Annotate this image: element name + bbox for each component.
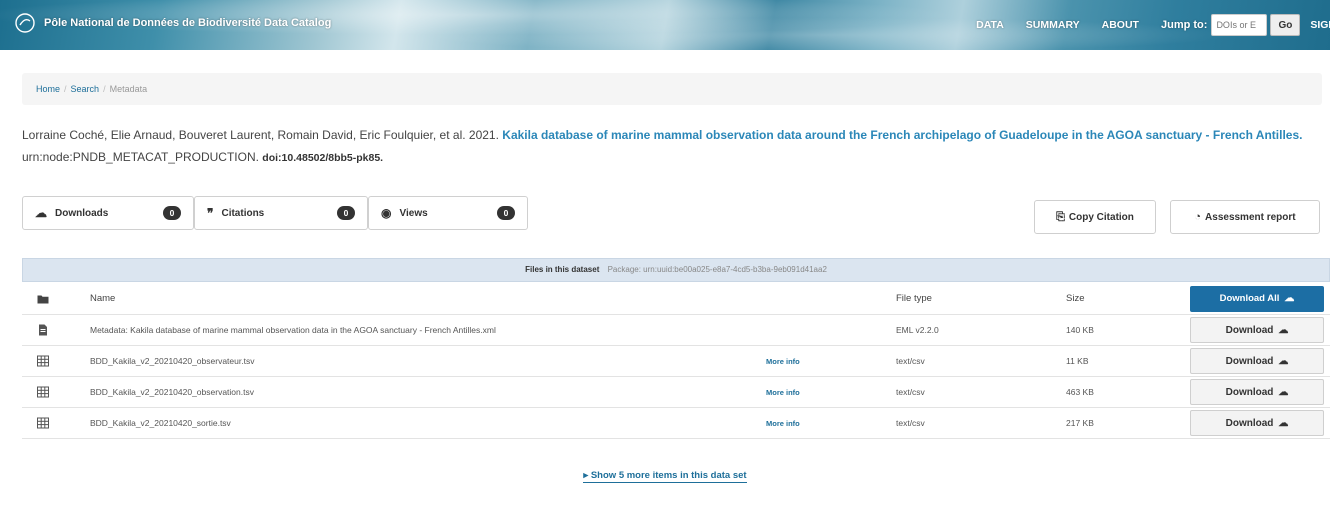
table-header-row: Name File type Size Download All ☁ xyxy=(22,283,1330,315)
copy-citation-button[interactable]: ⎘ Copy Citation xyxy=(1034,200,1156,234)
downloads-count: 0 xyxy=(163,206,181,220)
table-row: BDD_Kakila_v2_20210420_observateur.tsv M… xyxy=(22,346,1330,377)
metadata-file-icon xyxy=(28,315,58,345)
table-icon xyxy=(28,408,58,438)
go-button[interactable]: Go xyxy=(1270,14,1301,36)
cloud-download-icon: ☁ xyxy=(1278,324,1289,336)
views-metric[interactable]: ◉ Views 0 xyxy=(368,196,528,230)
logo-icon[interactable] xyxy=(14,12,36,34)
files-table: Name File type Size Download All ☁ Metad… xyxy=(22,283,1330,439)
citations-label: Citations xyxy=(221,207,265,219)
breadcrumb: Home / Search / Metadata xyxy=(22,73,1322,105)
site-header: Pôle National de Données de Biodiversité… xyxy=(0,0,1330,50)
nav-data[interactable]: DATA xyxy=(976,19,1004,31)
table-icon xyxy=(28,346,58,376)
column-name: Name xyxy=(90,293,116,304)
copy-icon: ⎘ xyxy=(1056,210,1065,223)
more-info-link[interactable]: More info xyxy=(766,408,800,438)
file-name: BDD_Kakila_v2_20210420_observateur.tsv xyxy=(90,356,255,366)
download-button[interactable]: Download ☁ xyxy=(1190,379,1324,405)
citation: Lorraine Coché, Elie Arnaud, Bouveret La… xyxy=(22,124,1322,169)
citation-authors: Lorraine Coché, Elie Arnaud, Bouveret La… xyxy=(22,128,499,142)
breadcrumb-search[interactable]: Search xyxy=(71,84,100,94)
views-label: Views xyxy=(399,207,428,219)
citation-node: urn:node:PNDB_METACAT_PRODUCTION. xyxy=(22,150,259,164)
breadcrumb-current: Metadata xyxy=(109,84,148,94)
cloud-download-icon: ☁ xyxy=(1278,355,1289,367)
cloud-download-icon: ☁ xyxy=(1284,293,1295,304)
download-button[interactable]: Download ☁ xyxy=(1190,348,1324,374)
breadcrumb-home[interactable]: Home xyxy=(36,84,60,94)
downloads-label: Downloads xyxy=(55,207,109,219)
file-type: text/csv xyxy=(896,418,925,428)
download-label: Download xyxy=(1225,417,1274,429)
table-row: Metadata: Kakila database of marine mamm… xyxy=(22,315,1330,346)
views-count: 0 xyxy=(497,206,515,220)
downloads-metric[interactable]: ☁ Downloads 0 xyxy=(22,196,194,230)
cloud-download-icon: ☁ xyxy=(1278,386,1289,398)
file-type: EML v2.2.0 xyxy=(896,325,939,335)
assessment-report-label: Assessment report xyxy=(1205,211,1296,223)
quote-icon: ❞ xyxy=(207,206,214,220)
column-file-type: File type xyxy=(896,293,932,304)
show-more-link[interactable]: ▸ Show 5 more items in this data set xyxy=(0,470,1330,483)
more-info-link[interactable]: More info xyxy=(766,346,800,376)
jump-to-label: Jump to: xyxy=(1160,19,1208,31)
column-size: Size xyxy=(1066,293,1085,304)
citation-title-link[interactable]: Kakila database of marine mammal observa… xyxy=(502,128,1302,142)
cloud-download-icon: ☁ xyxy=(35,206,47,220)
breadcrumb-separator: / xyxy=(103,84,106,94)
file-type: text/csv xyxy=(896,387,925,397)
table-icon xyxy=(28,377,58,407)
download-all-label: Download All xyxy=(1219,293,1280,304)
package-id: Package: urn:uuid:be00a025-e8a7-4cd5-b3b… xyxy=(607,265,827,274)
download-label: Download xyxy=(1225,324,1274,336)
nav-summary[interactable]: SUMMARY xyxy=(1026,19,1080,31)
metrics-bar: ☁ Downloads 0 ❞ Citations 0 ◉ Views 0 xyxy=(22,196,528,232)
sign-in-link[interactable]: SIGN xyxy=(1310,19,1330,31)
nav-about[interactable]: ABOUT xyxy=(1102,19,1139,31)
citation-actions: ⎘ Copy Citation ◔ Assessment report xyxy=(1034,200,1320,234)
files-header: Files in this dataset Package: urn:uuid:… xyxy=(22,258,1330,282)
table-row: BDD_Kakila_v2_20210420_sortie.tsv More i… xyxy=(22,408,1330,439)
assessment-report-button[interactable]: ◔ Assessment report xyxy=(1170,200,1320,234)
download-label: Download xyxy=(1225,355,1274,367)
file-type: text/csv xyxy=(896,356,925,366)
citations-count: 0 xyxy=(337,206,355,220)
download-button[interactable]: Download ☁ xyxy=(1190,410,1324,436)
site-title[interactable]: Pôle National de Données de Biodiversité… xyxy=(44,17,331,29)
dashboard-icon: ◔ xyxy=(1194,211,1202,223)
files-header-title: Files in this dataset xyxy=(525,265,600,274)
download-label: Download xyxy=(1225,386,1274,398)
eye-icon: ◉ xyxy=(381,206,392,220)
file-size: 217 KB xyxy=(1066,418,1094,428)
citations-metric[interactable]: ❞ Citations 0 xyxy=(194,196,368,230)
download-all-button[interactable]: Download All ☁ xyxy=(1190,285,1324,312)
table-row: BDD_Kakila_v2_20210420_observation.tsv M… xyxy=(22,377,1330,408)
more-info-link[interactable]: More info xyxy=(766,377,800,407)
jump-to-input[interactable] xyxy=(1211,14,1268,36)
download-button[interactable]: Download ☁ xyxy=(1190,317,1324,343)
file-name: BDD_Kakila_v2_20210420_observation.tsv xyxy=(90,387,254,397)
show-more-text: Show 5 more items in this data set xyxy=(590,470,747,481)
file-name: Metadata: Kakila database of marine mamm… xyxy=(90,325,496,335)
copy-citation-label: Copy Citation xyxy=(1068,211,1134,223)
file-name: BDD_Kakila_v2_20210420_sortie.tsv xyxy=(90,418,231,428)
folder-icon xyxy=(28,283,58,314)
file-size: 463 KB xyxy=(1066,387,1094,397)
file-size: 140 KB xyxy=(1066,325,1094,335)
file-size: 11 KB xyxy=(1066,356,1089,366)
breadcrumb-separator: / xyxy=(64,84,67,94)
citation-doi[interactable]: doi:10.48502/8bb5-pk85. xyxy=(262,152,383,164)
show-more-label: ▸ Show 5 more items in this data set xyxy=(583,470,747,483)
top-nav: DATA SUMMARY ABOUT Jump to: Go SIGN xyxy=(976,0,1330,50)
cloud-download-icon: ☁ xyxy=(1278,417,1289,429)
